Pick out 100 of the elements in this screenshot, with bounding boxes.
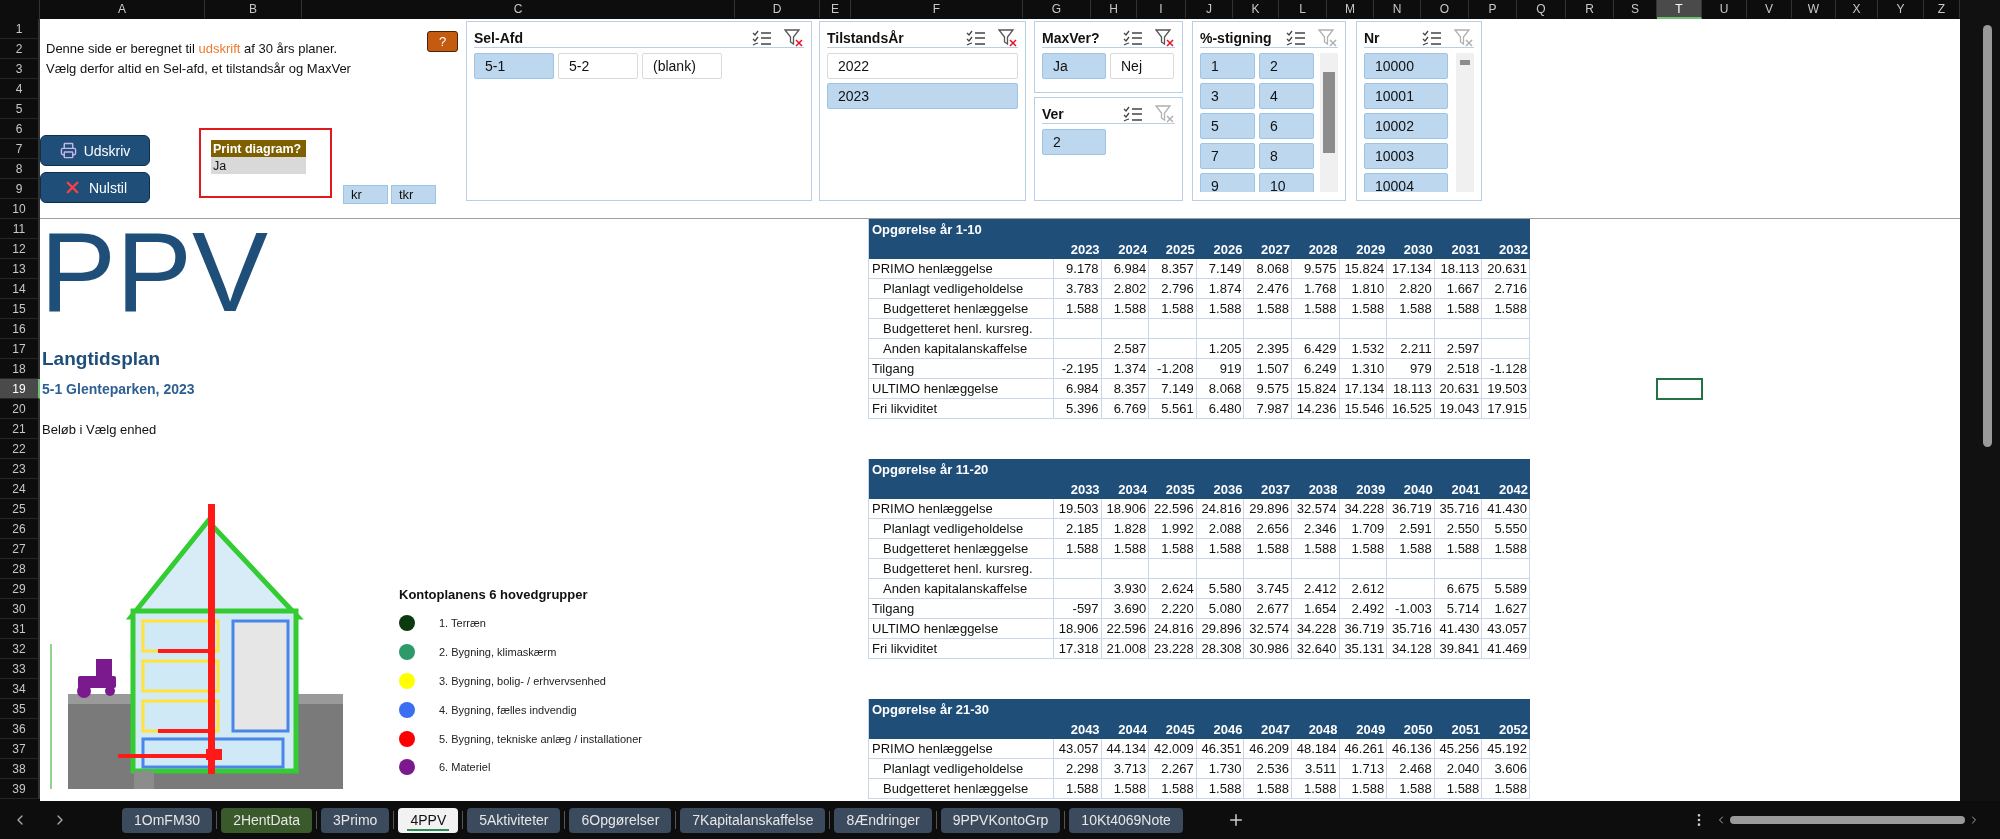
unit-button[interactable]: tkr <box>391 185 436 204</box>
instruction-text: Denne side er beregnet til udskrift af 30 års planer. <box>46 40 338 58</box>
slicer-item[interactable]: Ja <box>1042 53 1106 79</box>
vertical-scrollbar[interactable] <box>1960 0 2000 801</box>
subtitle: Langtidsplan <box>41 348 161 370</box>
option-value[interactable]: Ja <box>211 157 306 174</box>
sheet-tab[interactable]: 9PPVKontoGrp <box>940 807 1061 833</box>
legend-label: 2. Bygning, klimaskærm <box>439 646 557 659</box>
table-cell <box>1482 339 1530 359</box>
slicer-item[interactable]: 10003 <box>1364 143 1448 169</box>
table-cell: 5.561 <box>1149 399 1197 419</box>
slicer-item[interactable]: 10 <box>1259 173 1314 192</box>
table-cell: 2.587 <box>1101 339 1150 359</box>
sheet-tab[interactable]: 7Kapitalanskaffelse <box>680 807 826 833</box>
slicer-item[interactable]: 9 <box>1200 173 1255 192</box>
legend-label: 6. Materiel <box>439 761 491 774</box>
sheet-tab[interactable]: 5Aktiviteter <box>467 807 561 833</box>
multi-select-icon[interactable] <box>966 29 986 46</box>
table-cell: 1.588 <box>1149 779 1197 799</box>
row-label: Planlagt vedligeholdelse <box>869 279 1054 299</box>
table-cell: 1.588 <box>1482 779 1530 799</box>
sheet-tab[interactable]: 3Primo <box>321 807 390 833</box>
print-button[interactable]: Udskriv <box>40 135 150 166</box>
year-header: 2030 <box>1387 239 1435 259</box>
multi-select-icon[interactable] <box>752 29 772 46</box>
table-cell: 15.824 <box>1291 379 1340 399</box>
table-cell: 9.575 <box>1291 259 1340 279</box>
slicer-item[interactable]: 10000 <box>1364 53 1448 79</box>
legend-label: 1. Terræn <box>439 617 486 630</box>
year-header: 2037 <box>1244 479 1292 499</box>
multi-select-icon[interactable] <box>1422 29 1442 46</box>
multi-select-icon[interactable] <box>1123 29 1143 46</box>
table-cell: 7.149 <box>1196 259 1245 279</box>
row-label: Tilgang <box>869 599 1054 619</box>
slicer-item[interactable]: 5-2 <box>558 53 638 79</box>
table-cell: 43.057 <box>1054 739 1102 759</box>
slicer-item[interactable]: 8 <box>1259 143 1314 169</box>
year-header: 2050 <box>1387 719 1435 739</box>
sheet-tab[interactable]: 8Ændringer <box>834 807 932 833</box>
table-cell: 2.624 <box>1149 579 1197 599</box>
slicer-item[interactable]: 10001 <box>1364 83 1448 109</box>
clear-filter-icon[interactable] <box>784 28 804 47</box>
scrollbar[interactable] <box>1456 53 1474 192</box>
table-cell <box>1244 319 1292 339</box>
table-cell: 41.430 <box>1482 499 1530 519</box>
column-header[interactable]: T <box>1657 0 1702 19</box>
table-cell: 5.589 <box>1482 579 1530 599</box>
slicer-item[interactable]: 7 <box>1200 143 1255 169</box>
multi-select-icon[interactable] <box>1123 105 1143 122</box>
row-header[interactable]: 19 <box>0 379 40 399</box>
slicer-item[interactable]: 2 <box>1259 53 1314 79</box>
slicer-item[interactable]: 6 <box>1259 113 1314 139</box>
table-cell: 17.134 <box>1339 379 1388 399</box>
row-label: Budgetteret henl. kursreg. <box>869 559 1054 579</box>
slicer-item[interactable]: 10002 <box>1364 113 1448 139</box>
table-cell: 34.228 <box>1339 499 1388 519</box>
slicer-item[interactable]: 10004 <box>1364 173 1448 192</box>
slicer-item[interactable]: 2023 <box>827 83 1018 109</box>
reset-button[interactable]: Nulstil <box>40 172 150 203</box>
table-cell: 1.810 <box>1339 279 1388 299</box>
table-cell: 6.769 <box>1101 399 1150 419</box>
slicer-item[interactable]: Nej <box>1110 53 1174 79</box>
table-cell: 1.588 <box>1244 779 1292 799</box>
sheet-tab[interactable]: 1OmFM30 <box>122 807 213 833</box>
table-cell: -1.208 <box>1149 359 1197 379</box>
sheet-tab[interactable]: 4PPV <box>398 807 459 833</box>
sheet-tab[interactable]: 10Kt4069Note <box>1069 807 1183 833</box>
slicer-item[interactable]: 2 <box>1042 129 1106 155</box>
clear-filter-icon[interactable] <box>1155 28 1175 47</box>
clear-filter-icon[interactable] <box>998 28 1018 47</box>
table-cell: 19.043 <box>1434 399 1483 419</box>
table-cell <box>1339 319 1388 339</box>
slicer-item[interactable]: 4 <box>1259 83 1314 109</box>
table-cell: 2.536 <box>1244 759 1292 779</box>
slicer-item[interactable]: 1 <box>1200 53 1255 79</box>
year-header: 2034 <box>1101 479 1150 499</box>
table-cell: 1.713 <box>1339 759 1388 779</box>
table-cell: -2.195 <box>1054 359 1102 379</box>
table-cell: 3.745 <box>1244 579 1292 599</box>
table-cell: 22.596 <box>1101 619 1150 639</box>
row-label: Budgetteret henlæggelse <box>869 299 1054 319</box>
slicer-item[interactable]: 2022 <box>827 53 1018 79</box>
sheet-tab[interactable]: 6Opgørelser <box>569 807 672 833</box>
table-cell: 2.040 <box>1434 759 1483 779</box>
scrollbar[interactable] <box>1320 53 1338 192</box>
table-cell: 1.588 <box>1434 539 1483 559</box>
multi-select-icon[interactable] <box>1286 29 1306 46</box>
slicer-item[interactable]: 5 <box>1200 113 1255 139</box>
table-cell: 1.588 <box>1054 779 1102 799</box>
slicer-item[interactable]: 5-1 <box>474 53 554 79</box>
unit-button[interactable]: kr <box>343 185 388 204</box>
table-title: Opgørelse år 1-10 <box>869 219 1530 239</box>
table-cell: 1.310 <box>1339 359 1388 379</box>
sheet-tab[interactable]: 2HentData <box>221 807 313 833</box>
table-cell: 21.008 <box>1101 639 1150 659</box>
slicer-item[interactable]: (blank) <box>642 53 722 79</box>
table-cell: 3.930 <box>1101 579 1150 599</box>
table-cell: 2.088 <box>1196 519 1245 539</box>
help-button[interactable]: ? <box>427 31 458 52</box>
slicer-item[interactable]: 3 <box>1200 83 1255 109</box>
